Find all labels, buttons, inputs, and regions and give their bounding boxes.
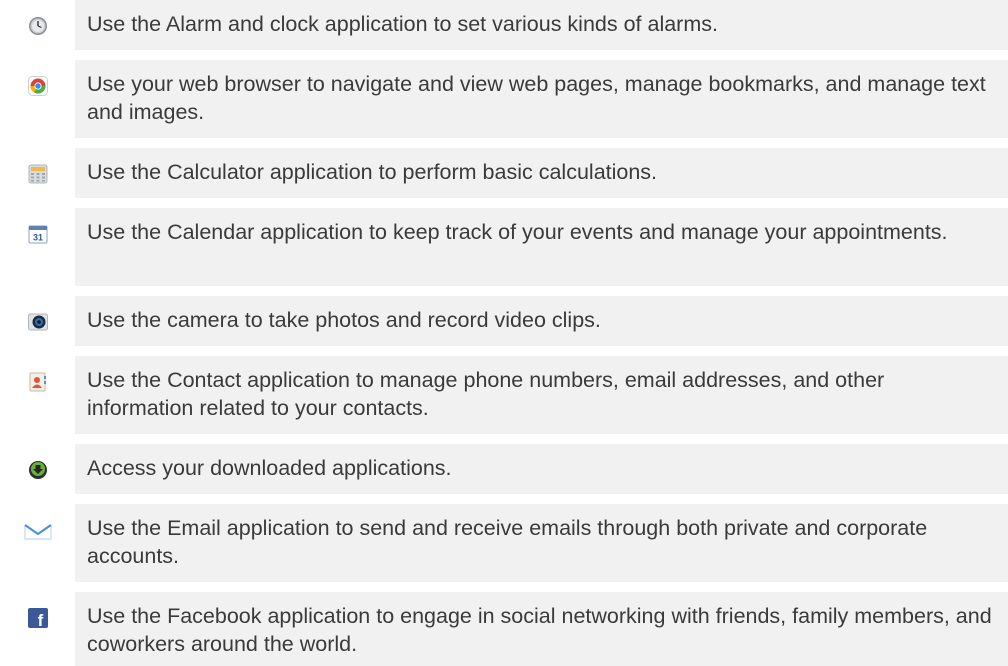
item-description: Use the Calendar application to keep tra… <box>75 208 1008 286</box>
item-description: Use the Calculator application to perfor… <box>75 148 1008 198</box>
downloads-icon <box>28 461 47 479</box>
calculator-icon <box>28 164 47 184</box>
email-icon <box>23 524 52 540</box>
list-item: Use the Alarm and clock application to s… <box>0 0 1008 50</box>
app-list: Use the Alarm and clock application to s… <box>0 0 1008 666</box>
list-item: Use the Email application to send and re… <box>0 504 1008 582</box>
list-item: 31 Use the Calendar application to keep … <box>0 208 1008 286</box>
item-description: Use the Alarm and clock application to s… <box>75 0 1008 50</box>
list-item: f Use the Facebook application to engage… <box>0 592 1008 666</box>
facebook-icon: f <box>27 608 48 628</box>
calendar-icon-label: 31 <box>32 233 42 243</box>
item-description: Use the Contact application to manage ph… <box>75 356 1008 434</box>
list-item: Use the Contact application to manage ph… <box>0 356 1008 434</box>
item-description: Use the Email application to send and re… <box>75 504 1008 582</box>
list-item: Access your downloaded applications. <box>0 444 1008 494</box>
item-description: Use the Facebook application to engage i… <box>75 592 1008 666</box>
calendar-icon: 31 <box>28 225 47 244</box>
list-item: Use your web browser to navigate and vie… <box>0 60 1008 138</box>
alarm-clock-icon <box>28 17 47 35</box>
browser-icon <box>27 76 48 96</box>
contacts-icon <box>29 372 46 392</box>
item-description: Access your downloaded applications. <box>75 444 1008 494</box>
item-description: Use the camera to take photos and record… <box>75 296 1008 346</box>
facebook-icon-label: f <box>37 611 43 628</box>
list-item: Use the Calculator application to perfor… <box>0 148 1008 198</box>
camera-icon <box>27 313 48 331</box>
list-item: Use the camera to take photos and record… <box>0 296 1008 346</box>
item-description: Use your web browser to navigate and vie… <box>75 60 1008 138</box>
